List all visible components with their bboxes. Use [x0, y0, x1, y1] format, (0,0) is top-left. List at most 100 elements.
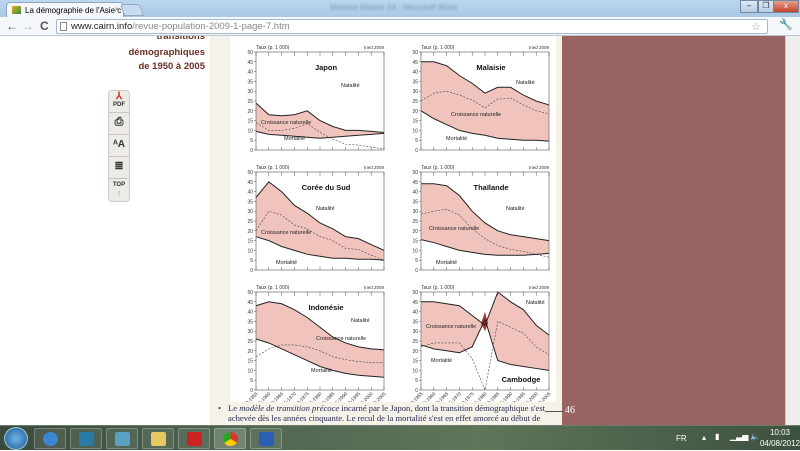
bookmark-star-icon[interactable]: ☆ [751, 20, 761, 33]
restore-button[interactable]: ❐ [758, 0, 774, 13]
y-tick-label: 30 [412, 89, 418, 95]
new-tab-button[interactable] [119, 4, 145, 16]
panel-title: Indonésie [308, 303, 343, 312]
y-tick-label: 5 [415, 378, 418, 384]
taskbar-word[interactable] [250, 428, 282, 449]
y-tick-label: 45 [247, 180, 253, 186]
top-button[interactable]: TOP ↑ [109, 179, 129, 201]
tools-panel: ⅄ PDF ⎙ ᴬA ≣ TOP ↑ [108, 90, 130, 202]
start-button[interactable] [4, 427, 28, 450]
favicon-icon [12, 6, 21, 14]
y-tick-label: 20 [247, 109, 253, 115]
close-tab-icon[interactable]: × [114, 5, 119, 14]
natality-label: Natalité [351, 318, 370, 324]
network-signal-icon[interactable]: ▁▃▅ [730, 432, 748, 441]
page-number: 46 [565, 405, 575, 416]
font-size-button[interactable]: ᴬA [109, 135, 129, 157]
acrobat-icon [187, 432, 202, 446]
natality-label: Natalité [516, 80, 535, 86]
chart-panel: Taux (p. 1 000) Ined 2009 0 5 10 15 20 25 30 35 40… [404, 285, 553, 402]
y-tick-label: 25 [247, 99, 253, 105]
y-tick-label: 40 [412, 190, 418, 196]
growth-label: Croissance naturelle [429, 226, 479, 232]
url-host: www.cairn.info [71, 21, 133, 32]
wrench-icon[interactable]: 🔧 [779, 18, 793, 31]
y-axis-label: Taux (p. 1 000) [421, 45, 455, 51]
tab-title: La démographie de l'Asie c [25, 6, 122, 15]
growth-label: Croissance naturelle [261, 120, 311, 126]
mortality-label: Mortalité [436, 260, 457, 266]
natality-label: Natalité [526, 300, 545, 306]
y-tick-label: 15 [247, 359, 253, 365]
y-tick-label: 15 [412, 239, 418, 245]
taskbar-ie[interactable] [34, 428, 66, 449]
chart-panel: Taux (p. 1 000) Ined 2009 0 5 10 15 20 25 30 35 40… [247, 45, 384, 154]
y-tick-label: 20 [412, 229, 418, 235]
y-tick-label: 25 [247, 339, 253, 345]
y-tick-label: 40 [412, 310, 418, 316]
pdf-icon: ⅄ [115, 91, 123, 102]
y-tick-label: 0 [415, 268, 418, 274]
figure: Taux (p. 1 000) Ined 2009 0 5 10 15 20 25 30 35 40… [230, 36, 556, 402]
panel-title: Japon [315, 63, 338, 72]
back-icon[interactable]: ← [6, 19, 18, 33]
url-path: /revue-population-2009-1-page-7.htm [132, 21, 290, 32]
address-bar[interactable]: www.cairn.info/revue-population-2009-1-p… [56, 19, 768, 34]
folder-icon [151, 432, 166, 446]
y-tick-label: 15 [247, 239, 253, 245]
taskbar-acrobat[interactable] [178, 428, 210, 449]
browser-tab[interactable]: La démographie de l'Asie c × [6, 2, 124, 17]
source-label: Ined 2009 [364, 165, 385, 170]
chart-panel: Taux (p. 1 000) Ined 2009 0 5 10 15 20 25 30 35 40… [239, 285, 388, 402]
y-tick-label: 0 [250, 148, 253, 154]
minimize-button[interactable]: – [740, 0, 758, 13]
y-tick-label: 50 [412, 170, 418, 176]
power-icon[interactable]: ▮ [715, 432, 719, 441]
font-size-icon: ᴬA [112, 139, 126, 150]
taskbar-media-player[interactable] [70, 428, 102, 449]
natality-label: Natalité [341, 83, 360, 89]
source-label: Ined 2009 [364, 285, 385, 290]
taskbar-explorer[interactable] [142, 428, 174, 449]
forward-icon[interactable]: → [22, 19, 34, 33]
toolbar: ← → C www.cairn.info/revue-population-20… [0, 17, 800, 36]
clock-time[interactable]: 10:03 [763, 428, 797, 437]
tab-strip: La démographie de l'Asie c × Mélanie Mast… [0, 0, 800, 17]
chart-panel: Taux (p. 1 000) Ined 2009 0 5 10 15 20 25 30 35 40… [247, 165, 384, 274]
left-column: transitions démographiques de 1950 à 200… [0, 36, 210, 425]
y-tick-label: 0 [415, 148, 418, 154]
para-text: Le [228, 403, 240, 413]
y-tick-label: 50 [247, 170, 253, 176]
mortality-label: Mortalité [276, 260, 297, 266]
pdf-button[interactable]: ⅄ PDF [109, 91, 129, 113]
add-list-icon: ≣ [114, 160, 124, 172]
y-tick-label: 40 [247, 310, 253, 316]
reload-icon[interactable]: C [40, 19, 49, 33]
show-hidden-icons[interactable]: ▴ [702, 433, 706, 442]
clock-date[interactable]: 04/08/2012 [753, 439, 800, 448]
chart-panel: Taux (p. 1 000) Ined 2009 0 5 10 15 20 25 30 35 40… [412, 45, 549, 154]
print-button[interactable]: ⎙ [109, 113, 129, 135]
chart-panel: Taux (p. 1 000) Ined 2009 0 5 10 15 20 25 30 35 40… [412, 165, 549, 274]
y-tick-label: 10 [412, 248, 418, 254]
close-window-button[interactable]: x [773, 0, 799, 13]
page-number-rule [545, 411, 563, 412]
scrollbar[interactable] [785, 36, 800, 425]
natality-label: Natalité [316, 206, 335, 212]
y-tick-label: 30 [247, 329, 253, 335]
y-tick-label: 35 [412, 79, 418, 85]
growth-label: Croissance naturelle [316, 336, 366, 342]
y-tick-label: 5 [250, 138, 253, 144]
y-tick-label: 30 [247, 89, 253, 95]
y-tick-label: 35 [412, 319, 418, 325]
y-tick-label: 35 [247, 319, 253, 325]
taskbar: FR ▴ ▮ ▁▃▅ 🔈 10:03 04/08/2012 [0, 425, 800, 450]
y-tick-label: 35 [247, 79, 253, 85]
language-indicator[interactable]: FR [676, 434, 687, 443]
taskbar-chrome[interactable] [214, 428, 246, 449]
para-text: incarné par le Japon, dont la transition… [339, 403, 546, 413]
y-tick-label: 10 [412, 368, 418, 374]
y-tick-label: 10 [247, 368, 253, 374]
taskbar-network[interactable] [106, 428, 138, 449]
add-list-button[interactable]: ≣ [109, 157, 129, 179]
